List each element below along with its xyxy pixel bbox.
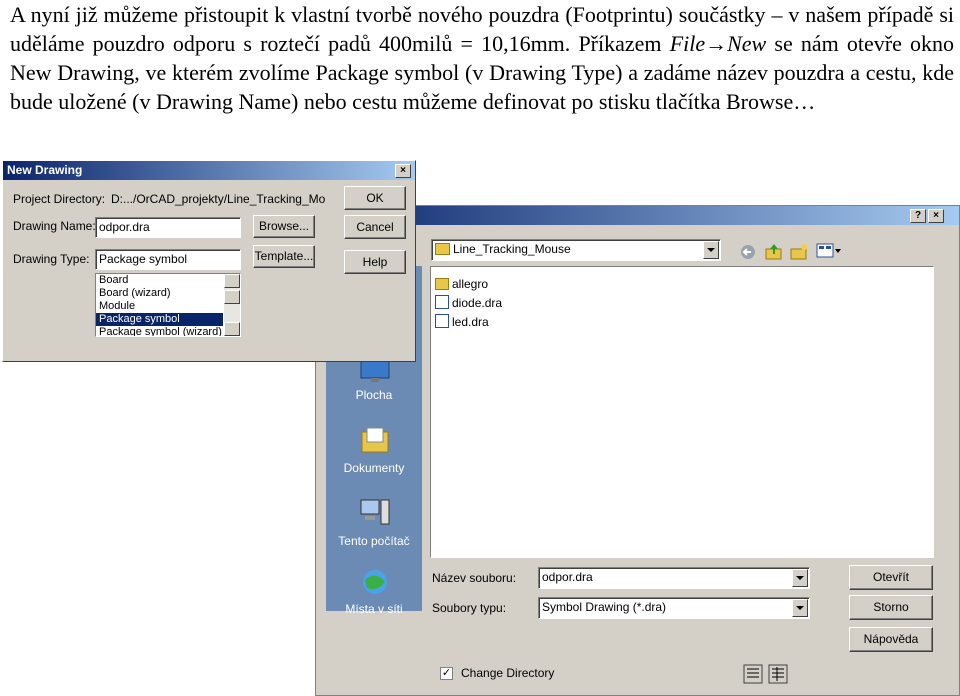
new-drawing-dialog: New Drawing × Project Directory: D:.../O…: [2, 160, 416, 362]
help-title-button[interactable]: ?: [910, 209, 926, 223]
browse-button[interactable]: Browse...: [253, 215, 315, 238]
file-name: led.dra: [452, 315, 489, 329]
filename-label: Název souboru:: [432, 571, 517, 585]
drawing-type-option[interactable]: Board (wizard): [96, 287, 223, 300]
list-scrollbar[interactable]: [224, 274, 240, 336]
folder-icon: [435, 278, 449, 290]
scroll-down-arrow[interactable]: [224, 322, 240, 336]
filename-input[interactable]: odpor.dra: [538, 567, 810, 589]
project-directory-label: Project Directory:: [13, 192, 106, 206]
file-name: diode.dra: [452, 296, 503, 310]
new-drawing-titlebar: New Drawing: [3, 161, 415, 180]
drawing-type-label: Drawing Type:: [13, 252, 90, 266]
drawing-type-option[interactable]: Module: [96, 300, 223, 313]
help-button[interactable]: Nápověda: [849, 627, 933, 652]
drawing-type-value[interactable]: Package symbol: [95, 249, 241, 270]
place-desktop[interactable]: Plocha: [329, 388, 419, 402]
dra-file-icon: [435, 295, 449, 309]
close-title-button[interactable]: ×: [928, 209, 944, 223]
place-computer[interactable]: Tento počítač: [329, 534, 419, 548]
back-icon[interactable]: [739, 243, 757, 261]
file-list[interactable]: allegro diode.dra led.dra: [430, 266, 934, 558]
look-in-combo[interactable]: Line_Tracking_Mouse: [431, 239, 721, 261]
close-icon[interactable]: ×: [395, 164, 411, 178]
open-button[interactable]: Otevřít: [849, 565, 933, 590]
help-button[interactable]: Help: [344, 250, 406, 274]
file-name: allegro: [452, 277, 489, 291]
place-network[interactable]: Místa v síti: [329, 602, 419, 616]
cancel-button[interactable]: Cancel: [344, 215, 406, 239]
filetype-select[interactable]: Symbol Drawing (*.dra): [538, 597, 810, 619]
view-menu-icon[interactable]: [816, 243, 842, 259]
filetype-dropdown-arrow[interactable]: [792, 599, 808, 617]
file-list-item[interactable]: allegro: [435, 276, 488, 292]
computer-icon: [360, 499, 390, 525]
drawing-type-list[interactable]: Board Board (wizard) Module Package symb…: [95, 273, 241, 337]
look-in-dropdown-arrow[interactable]: [703, 241, 719, 259]
change-directory-checkbox[interactable]: ✓: [440, 667, 453, 680]
list-view-icon[interactable]: [743, 664, 763, 684]
drawing-type-option[interactable]: Package symbol (wizard): [96, 326, 223, 336]
dra-file-icon: [435, 314, 449, 328]
up-folder-icon[interactable]: [764, 242, 784, 262]
new-folder-icon[interactable]: [789, 242, 809, 262]
template-button[interactable]: Template...: [253, 245, 315, 268]
filetype-label: Soubory typu:: [432, 601, 507, 615]
scroll-up-arrow[interactable]: [224, 274, 240, 288]
storno-button[interactable]: Storno: [849, 595, 933, 620]
folder-icon: [435, 243, 450, 255]
file-list-item[interactable]: led.dra: [435, 314, 489, 330]
change-directory-label: Change Directory: [461, 666, 555, 680]
project-directory-value: D:.../OrCAD_projekty/Line_Tracking_Mo: [111, 192, 326, 206]
scroll-thumb[interactable]: [224, 290, 240, 304]
drawing-name-input[interactable]: odpor.dra: [95, 217, 241, 238]
menu-path: File→New: [669, 31, 767, 56]
drawing-type-option-selected[interactable]: Package symbol: [96, 313, 223, 326]
ok-button[interactable]: OK: [344, 186, 406, 210]
filename-dropdown-arrow[interactable]: [792, 569, 808, 587]
drawing-type-option[interactable]: Board: [96, 274, 223, 287]
documents-icon: [361, 427, 389, 453]
window-title: New Drawing: [7, 163, 83, 177]
network-icon: [363, 570, 387, 594]
details-view-icon[interactable]: [768, 664, 788, 684]
file-list-item[interactable]: diode.dra: [435, 295, 502, 311]
place-documents[interactable]: Dokumenty: [329, 461, 419, 475]
look-in-value: Line_Tracking_Mouse: [453, 242, 571, 256]
drawing-name-label: Drawing Name:: [13, 219, 96, 233]
instruction-paragraph: A nyní již můžeme přistoupit k vlastní t…: [10, 0, 954, 116]
